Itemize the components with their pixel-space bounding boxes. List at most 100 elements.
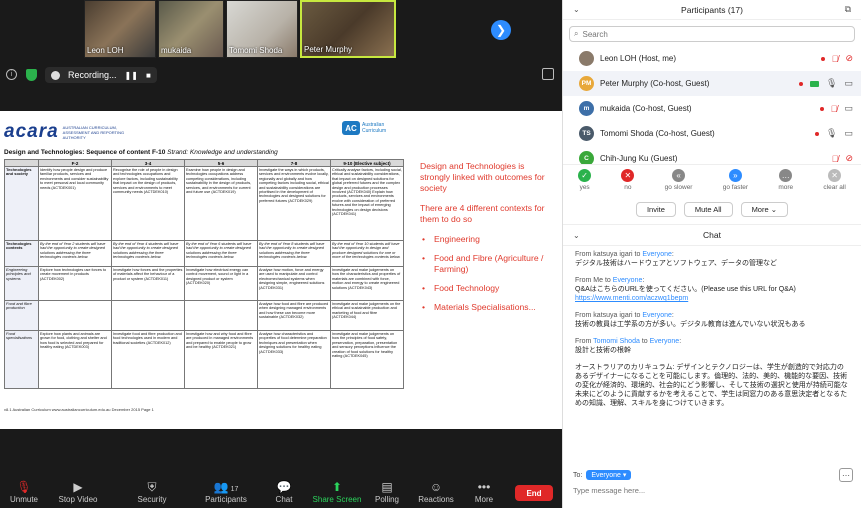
mic-muted-icon: 🎙 (16, 480, 32, 494)
stop-video-button[interactable]: ▶ Stop Video (48, 476, 108, 508)
video-icon[interactable]: ▭ (844, 78, 853, 89)
video-tile-tomomi[interactable]: Tomomi Shoda (226, 0, 298, 58)
participant-row[interactable]: PM Peter Murphy (Co-host, Guest) 🎙 ▭ (563, 71, 861, 96)
popout-icon[interactable]: ⧉ (845, 4, 851, 15)
message-text: 設計と技術の根幹 (575, 347, 631, 354)
view-options-icon[interactable] (542, 68, 554, 80)
participant-actions: Invite Mute All More ⌄ (563, 198, 861, 220)
table-cell: By the end of Year 6 students will have … (184, 240, 258, 267)
participant-row[interactable]: m mukaida (Co-host, Guest) 🎙̸ ▭ (563, 96, 861, 121)
video-off-icon[interactable]: ⊘ (845, 153, 853, 164)
invite-button[interactable]: Invite (635, 201, 676, 217)
reaction-go-faster[interactable]: » go faster (723, 169, 748, 191)
note-paragraph-1: Design and Technologies is strongly link… (420, 161, 545, 193)
participants-button[interactable]: 👥 17 Participants (196, 476, 256, 508)
reaction-clear-all[interactable]: ✕ clear all (823, 169, 846, 191)
chevron-down-icon: ⌄ (770, 204, 778, 214)
more-button[interactable]: ••• More (460, 476, 508, 508)
context-item: Engineering (420, 234, 555, 245)
avatar: PM (579, 76, 594, 91)
to-word: to (641, 338, 648, 345)
chat-message-input[interactable] (573, 486, 843, 495)
mic-icon[interactable]: 🎙 (826, 128, 837, 139)
table-cell: Analyse how characteristics and properti… (257, 330, 331, 389)
reaction-label: no (624, 184, 632, 191)
mute-all-button[interactable]: Mute All (683, 201, 733, 217)
video-icon[interactable]: ▭ (844, 103, 853, 114)
sequence-table: F-2 3-4 5-6 7-8 9-10 (Elective subject) Tech… (4, 159, 404, 389)
participant-row[interactable]: C Chih-Jung Ku (Guest) 🎙̸ ⊘ (563, 146, 861, 164)
recording-dot-icon (819, 106, 824, 111)
table-cell: Investigate and make judgements on how t… (330, 266, 404, 301)
table-cell: Explore how technologies use forces to c… (38, 266, 112, 301)
table-cell: Investigate food and fibre production an… (111, 330, 185, 389)
row-heading: Food and fibre production (4, 300, 39, 331)
recipient-dropdown[interactable]: Everyone ▾ (586, 470, 632, 480)
video-icon[interactable]: ▭ (844, 128, 853, 139)
recipient-name: Everyone (612, 277, 643, 284)
video-tile-leon[interactable]: Leon LOH (84, 0, 156, 58)
collapse-chevron-icon[interactable]: ⌄ (573, 5, 580, 14)
message-text: オーストラリアのカリキュラム: デザインとテクノロジーは、学生が創造的で対応力の… (575, 364, 848, 407)
table-row: Food and fibre production Analyse how foo… (4, 300, 404, 331)
chat-more-icon[interactable]: ⋯ (839, 468, 853, 482)
sender-name: katsuya igari (593, 251, 633, 258)
share-screen-icon: ⬆ (331, 480, 343, 494)
reaction-no[interactable]: ✕ no (621, 169, 635, 191)
table-cell (184, 300, 258, 331)
participant-row[interactable]: TS Tomomi Shoda (Co-host, Guest) 🎙 ▭ (563, 121, 861, 146)
avatar (579, 51, 594, 66)
participants-title: Participants (17) (681, 4, 743, 15)
sender-name: Tomomi Shoda (593, 338, 640, 345)
unmute-button[interactable]: 🎙 Unmute (0, 476, 48, 508)
participant-search[interactable]: ⌕ (569, 26, 855, 42)
video-off-icon[interactable]: ⊘ (845, 53, 853, 64)
participants-count: 17 (230, 486, 239, 493)
mic-icon[interactable]: 🎙 (826, 78, 837, 89)
video-tile-mukaida[interactable]: mukaida (158, 0, 224, 58)
chat-message: From Me to Everyone: Q&AはこちらのURLを使ってください。… (575, 276, 849, 303)
security-button[interactable]: ⛨ Security (108, 476, 196, 508)
to-word: to (604, 277, 611, 284)
australian-curriculum-logo: AC Australian Curriculum (342, 121, 398, 135)
reaction-more[interactable]: … more (778, 169, 793, 191)
reaction-yes[interactable]: ✓ yes (578, 169, 592, 191)
polling-button[interactable]: ▤ Polling (362, 476, 412, 508)
participant-status-icons: 🎙̸ ▭ (819, 103, 853, 114)
share-screen-button[interactable]: ⬆ Share Screen (312, 476, 362, 508)
table-cell: By the end of Year 2 students will have … (38, 240, 112, 267)
info-icon[interactable]: i (6, 69, 17, 80)
row-heading: Food specialisations (4, 330, 39, 389)
table-cell: Examine how people in design and technol… (184, 166, 258, 241)
mic-muted-icon[interactable]: 🎙̸ (832, 54, 839, 64)
participant-row[interactable]: Leon LOH (Host, me) 🎙̸ ⊘ (563, 46, 861, 71)
gallery-next-button[interactable]: ❯ (491, 20, 511, 40)
chat-message: From katsuya igari to Everyone: デジタル技術はハー… (575, 250, 849, 268)
table-row: Technologies and society Identify how peo… (4, 166, 404, 241)
pause-recording-icon[interactable]: ❚❚ (125, 71, 138, 80)
table-cell: Investigate and make judgements on how t… (330, 330, 404, 389)
tile-name: Leon LOH (87, 46, 124, 55)
reactions-button[interactable]: ☺ Reactions (412, 476, 460, 508)
end-meeting-button[interactable]: End (515, 485, 553, 501)
mic-muted-icon[interactable]: 🎙̸ (832, 154, 839, 164)
collapse-chevron-icon[interactable]: ⌄ (573, 231, 580, 240)
sender-name: Me (593, 277, 604, 284)
reaction-label: clear all (823, 184, 846, 191)
encryption-shield-icon[interactable] (26, 69, 37, 81)
participants-more-button[interactable]: More ⌄ (740, 201, 789, 217)
search-input[interactable] (582, 29, 833, 39)
row-heading: Engineering principles and systems (4, 266, 39, 301)
table-row: Engineering principles and systems Explor… (4, 266, 404, 301)
chat-message: オーストラリアのカリキュラム: デザインとテクノロジーは、学生が創造的で対応力の… (575, 363, 849, 408)
mic-muted-icon[interactable]: 🎙̸ (831, 104, 838, 114)
reaction-go-slower[interactable]: « go slower (665, 169, 692, 191)
stop-recording-icon[interactable]: ■ (146, 71, 151, 80)
video-gallery: Leon LOH mukaida Tomomi Shoda Peter Murp… (84, 0, 396, 58)
more-dots-icon: ••• (477, 480, 491, 494)
tile-name: Tomomi Shoda (229, 46, 283, 55)
message-link[interactable]: https://www.menti.com/aczwq1bepm (575, 294, 849, 303)
video-tile-peter[interactable]: Peter Murphy (300, 0, 396, 58)
recording-dot-icon (820, 56, 825, 61)
chat-button[interactable]: 💬 Chat (256, 476, 312, 508)
